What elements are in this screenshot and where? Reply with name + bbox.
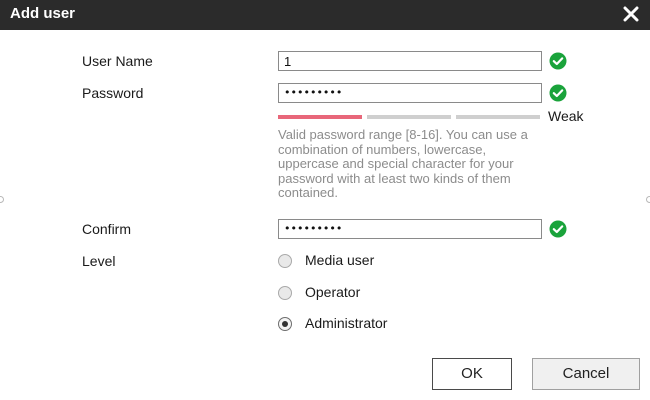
radio-button[interactable] <box>278 254 292 268</box>
radio-label: Administrator <box>305 315 388 331</box>
password-label: Password <box>82 85 144 101</box>
strength-segment-1 <box>278 115 362 119</box>
password-hint: Valid password range [8-16]. You can use… <box>278 127 528 200</box>
resize-handle-right[interactable] <box>646 196 650 203</box>
strength-label: Weak <box>548 108 584 124</box>
close-icon <box>623 6 639 22</box>
strength-segment-2 <box>367 115 451 119</box>
radio-button[interactable] <box>278 286 292 300</box>
username-input[interactable] <box>278 51 542 71</box>
username-valid-icon <box>549 52 567 70</box>
add-user-dialog: Add user User Name Password ••••••••• We… <box>0 0 650 400</box>
close-button[interactable] <box>620 3 642 25</box>
dialog-title: Add user <box>10 5 76 22</box>
password-input[interactable]: ••••••••• <box>278 83 542 103</box>
radio-label: Operator <box>305 284 361 300</box>
password-valid-icon <box>549 84 567 102</box>
confirm-label: Confirm <box>82 221 132 237</box>
strength-segment-3 <box>456 115 540 119</box>
dialog-titlebar: Add user <box>0 0 650 30</box>
confirm-password-input[interactable]: ••••••••• <box>278 219 542 239</box>
ok-button[interactable]: OK <box>432 358 512 390</box>
radio-label: Media user <box>305 252 375 268</box>
resize-handle-left[interactable] <box>0 196 4 203</box>
cancel-button[interactable]: Cancel <box>532 358 640 390</box>
confirm-valid-icon <box>549 220 567 238</box>
radio-button[interactable] <box>278 317 292 331</box>
username-label: User Name <box>82 53 153 69</box>
level-label: Level <box>82 253 116 269</box>
